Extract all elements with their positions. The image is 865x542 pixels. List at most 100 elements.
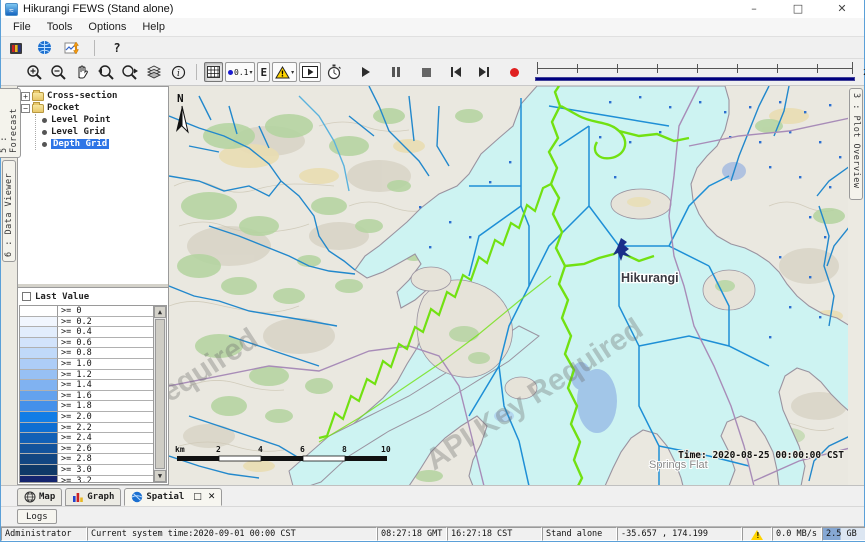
folder-icon (32, 92, 44, 101)
import-timeseries-button[interactable] (61, 38, 83, 58)
layers-button[interactable] (143, 62, 165, 82)
stop-button[interactable] (415, 62, 437, 82)
legend-row[interactable]: >= 1.6 (20, 391, 153, 402)
legend-row[interactable]: >= 1.0 (20, 359, 153, 370)
tree-item-level-grid[interactable]: Level Grid (40, 126, 168, 138)
legend-label: >= 0.8 (58, 348, 153, 359)
pause-button[interactable] (385, 62, 407, 82)
time-slider-range-bar[interactable] (535, 77, 855, 81)
status-warning[interactable] (742, 527, 772, 541)
play-box-icon (302, 66, 318, 78)
play-button[interactable] (355, 62, 377, 82)
legend-row[interactable]: >= 0.4 (20, 327, 153, 338)
menu-options[interactable]: Options (80, 19, 134, 35)
legend-panel: Last Value >= 0 >= 0.2 >= 0.4 >= 0.6 >= … (18, 287, 168, 484)
legend-row[interactable]: >= 2.0 (20, 412, 153, 423)
threshold-dropdown[interactable]: 0.1 ▾ (225, 62, 255, 82)
legend-row[interactable]: >= 1.8 (20, 401, 153, 412)
zoom-in-icon (26, 64, 43, 81)
pan-button[interactable] (71, 62, 93, 82)
warnings-dropdown[interactable]: ! ▾ (272, 62, 297, 82)
close-button[interactable]: ✕ (820, 0, 864, 18)
scroll-down-icon[interactable]: ▼ (154, 470, 166, 482)
legend-swatch (20, 380, 58, 391)
town-label: Hikurangi (621, 271, 679, 285)
skip-end-icon (479, 67, 489, 77)
tree-item-pocket[interactable]: − Pocket (21, 102, 168, 114)
pane-close-button[interactable]: ✕ (208, 492, 216, 502)
minimize-button[interactable]: – (732, 0, 776, 18)
animation-timer-button[interactable] (323, 62, 345, 82)
legend-title: Last Value (35, 292, 89, 302)
database-manager-button[interactable] (5, 38, 27, 58)
zoom-out-button[interactable] (47, 62, 69, 82)
tab-spatial[interactable]: Spatial □ ✕ (124, 488, 222, 506)
legend-row[interactable]: >= 2.8 (20, 454, 153, 465)
title-bar[interactable]: ≈ Hikurangi FEWS (Stand alone) – □ ✕ (1, 0, 864, 18)
legend-row[interactable]: >= 2.4 (20, 433, 153, 444)
tab-forecast[interactable]: 5 : Forecast (0, 88, 21, 158)
time-slider-tick (852, 62, 853, 74)
animation-panel-button[interactable] (299, 62, 321, 82)
tree-item-cross-section[interactable]: + Cross-section (21, 90, 168, 102)
tab-map[interactable]: Map (17, 488, 62, 506)
tree-item-depth-grid[interactable]: Depth Grid (40, 138, 168, 150)
map-canvas[interactable]: API Key Required API Key Required Hikura… (169, 86, 848, 485)
help-button[interactable]: ? (106, 38, 128, 58)
tab-graph[interactable]: Graph (65, 488, 121, 506)
zoom-next-button[interactable] (119, 62, 141, 82)
status-user: Administrator (1, 527, 87, 541)
tab-plot-overview[interactable]: 3 : Plot Overview (849, 88, 863, 200)
legend-row[interactable]: >= 0.8 (20, 348, 153, 359)
legend-row[interactable]: >= 2.6 (20, 444, 153, 455)
map-svg: API Key Required API Key Required Hikura… (169, 86, 848, 485)
legend-button[interactable]: E (257, 62, 270, 82)
legend-row[interactable]: >= 0 (20, 306, 153, 317)
last-frame-button[interactable] (473, 62, 495, 82)
zoom-in-button[interactable] (23, 62, 45, 82)
warning-icon (751, 530, 763, 540)
logs-button[interactable]: Logs (17, 509, 57, 524)
tab-data-viewer[interactable]: 6 : Data Viewer (2, 160, 16, 262)
main-toolbar: ? (1, 37, 864, 59)
status-mode: Stand alone (542, 527, 617, 541)
last-value-checkbox[interactable] (22, 292, 31, 301)
spatial-display-button[interactable] (33, 38, 55, 58)
menu-help[interactable]: Help (134, 19, 173, 35)
menu-tools[interactable]: Tools (39, 19, 81, 35)
tree-item-label: Pocket (47, 103, 80, 113)
time-slider[interactable] (535, 62, 855, 82)
grid-icon (207, 66, 220, 78)
tree-item-label: Level Point (51, 115, 111, 125)
pane-restore-button[interactable]: □ (193, 492, 202, 502)
stop-icon (422, 68, 431, 77)
record-button[interactable] (503, 62, 525, 82)
left-tab-strip: 5 : Forecast 6 : Data Viewer (1, 86, 17, 485)
scroll-up-icon[interactable]: ▲ (154, 306, 166, 318)
zoom-previous-button[interactable] (95, 62, 117, 82)
collapse-icon[interactable]: − (21, 104, 30, 113)
tree-item-level-point[interactable]: Level Point (40, 114, 168, 126)
legend-row[interactable]: >= 0.6 (20, 338, 153, 349)
time-slider-tick (577, 64, 578, 73)
legend-row[interactable]: >= 1.2 (20, 370, 153, 381)
legend-label: >= 3.2 (58, 476, 153, 483)
info-button[interactable]: i (167, 62, 189, 82)
status-memory[interactable]: 2.5 GB (822, 527, 865, 541)
legend-row[interactable]: >= 3.0 (20, 465, 153, 476)
menu-file[interactable]: File (5, 19, 39, 35)
legend-scrollbar[interactable]: ▲ ▼ (153, 306, 166, 482)
expand-icon[interactable]: + (21, 92, 30, 101)
legend-swatch (20, 401, 58, 412)
maximize-button[interactable]: □ (776, 0, 820, 18)
legend-label: >= 2.0 (58, 412, 153, 423)
show-grid-button[interactable] (204, 62, 223, 82)
scrollbar-thumb[interactable] (155, 319, 165, 469)
legend-row[interactable]: >= 3.2 (20, 476, 153, 483)
bullet-icon (42, 130, 47, 135)
legend-row[interactable]: >= 1.4 (20, 380, 153, 391)
legend-row[interactable]: >= 0.2 (20, 317, 153, 328)
first-frame-button[interactable] (445, 62, 467, 82)
legend-row[interactable]: >= 2.2 (20, 423, 153, 434)
status-gmt-time: 08:27:18 GMT (377, 527, 447, 541)
